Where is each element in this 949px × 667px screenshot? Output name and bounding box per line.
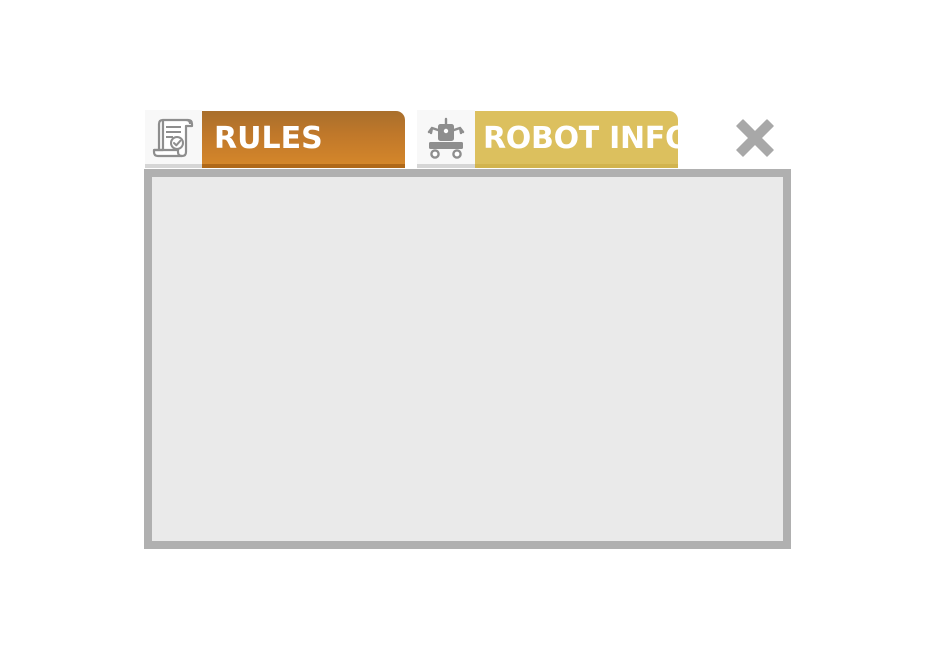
tab-content-panel <box>144 169 791 549</box>
scroll-certificate-icon <box>152 118 194 158</box>
tab-rules-label: RULES <box>214 121 323 156</box>
tab-rules[interactable]: RULES <box>202 111 405 168</box>
tab-robot-info-label: ROBOT INFO <box>483 121 678 156</box>
close-icon[interactable] <box>731 114 779 162</box>
tab-robot-info[interactable]: ROBOT INFO <box>475 111 678 168</box>
robot-icon <box>427 117 465 159</box>
